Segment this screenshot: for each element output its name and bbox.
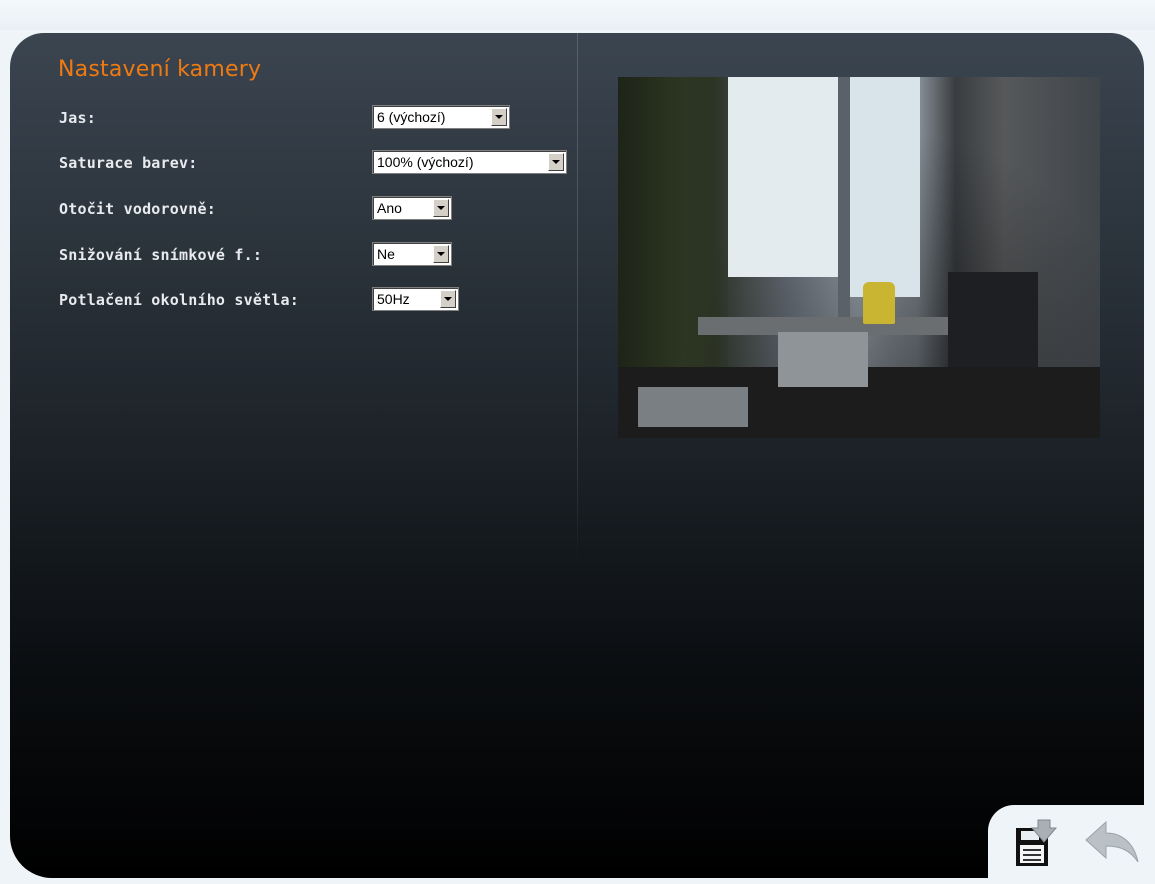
preview-monitor <box>948 272 1038 382</box>
preview-window <box>728 77 838 277</box>
chevron-down-icon[interactable] <box>433 245 449 263</box>
flip-select[interactable]: Ano <box>372 196 452 220</box>
camera-preview <box>618 77 1100 438</box>
brightness-label: Jas: <box>59 109 96 127</box>
page-title: Nastavení kamery <box>58 57 262 82</box>
column-divider <box>577 33 578 565</box>
saturation-value: 100% (výchozí) <box>377 154 474 170</box>
chevron-down-icon[interactable] <box>548 153 564 171</box>
preview-window-frame <box>838 77 850 317</box>
saturation-select[interactable]: 100% (výchozí) <box>372 150 567 174</box>
preview-phone <box>638 387 748 427</box>
flip-value: Ano <box>377 200 402 216</box>
save-button[interactable] <box>1010 818 1062 870</box>
top-strip <box>0 0 1155 30</box>
flicker-label: Potlačení okolního světla: <box>59 291 299 309</box>
flicker-select[interactable]: 50Hz <box>372 287 459 311</box>
framerate-select[interactable]: Ne <box>372 242 452 266</box>
flicker-value: 50Hz <box>377 291 410 307</box>
back-arrow-icon <box>1085 820 1139 863</box>
settings-panel: Nastavení kamery Jas: 6 (výchozí) Satura… <box>10 33 1144 878</box>
chevron-down-icon[interactable] <box>440 290 456 308</box>
chevron-down-icon[interactable] <box>491 108 507 126</box>
preview-printer <box>778 332 868 387</box>
framerate-value: Ne <box>377 246 395 262</box>
framerate-label: Snižování snímkové f.: <box>59 246 263 264</box>
preview-window <box>850 77 920 297</box>
save-icon <box>1016 819 1058 866</box>
back-button[interactable] <box>1082 818 1139 870</box>
saturation-label: Saturace barev: <box>59 154 198 172</box>
preview-watering-can <box>863 282 895 324</box>
chevron-down-icon[interactable] <box>433 199 449 217</box>
flip-label: Otočit vodorovně: <box>59 200 216 218</box>
brightness-value: 6 (výchozí) <box>377 109 446 125</box>
brightness-select[interactable]: 6 (výchozí) <box>372 105 510 129</box>
